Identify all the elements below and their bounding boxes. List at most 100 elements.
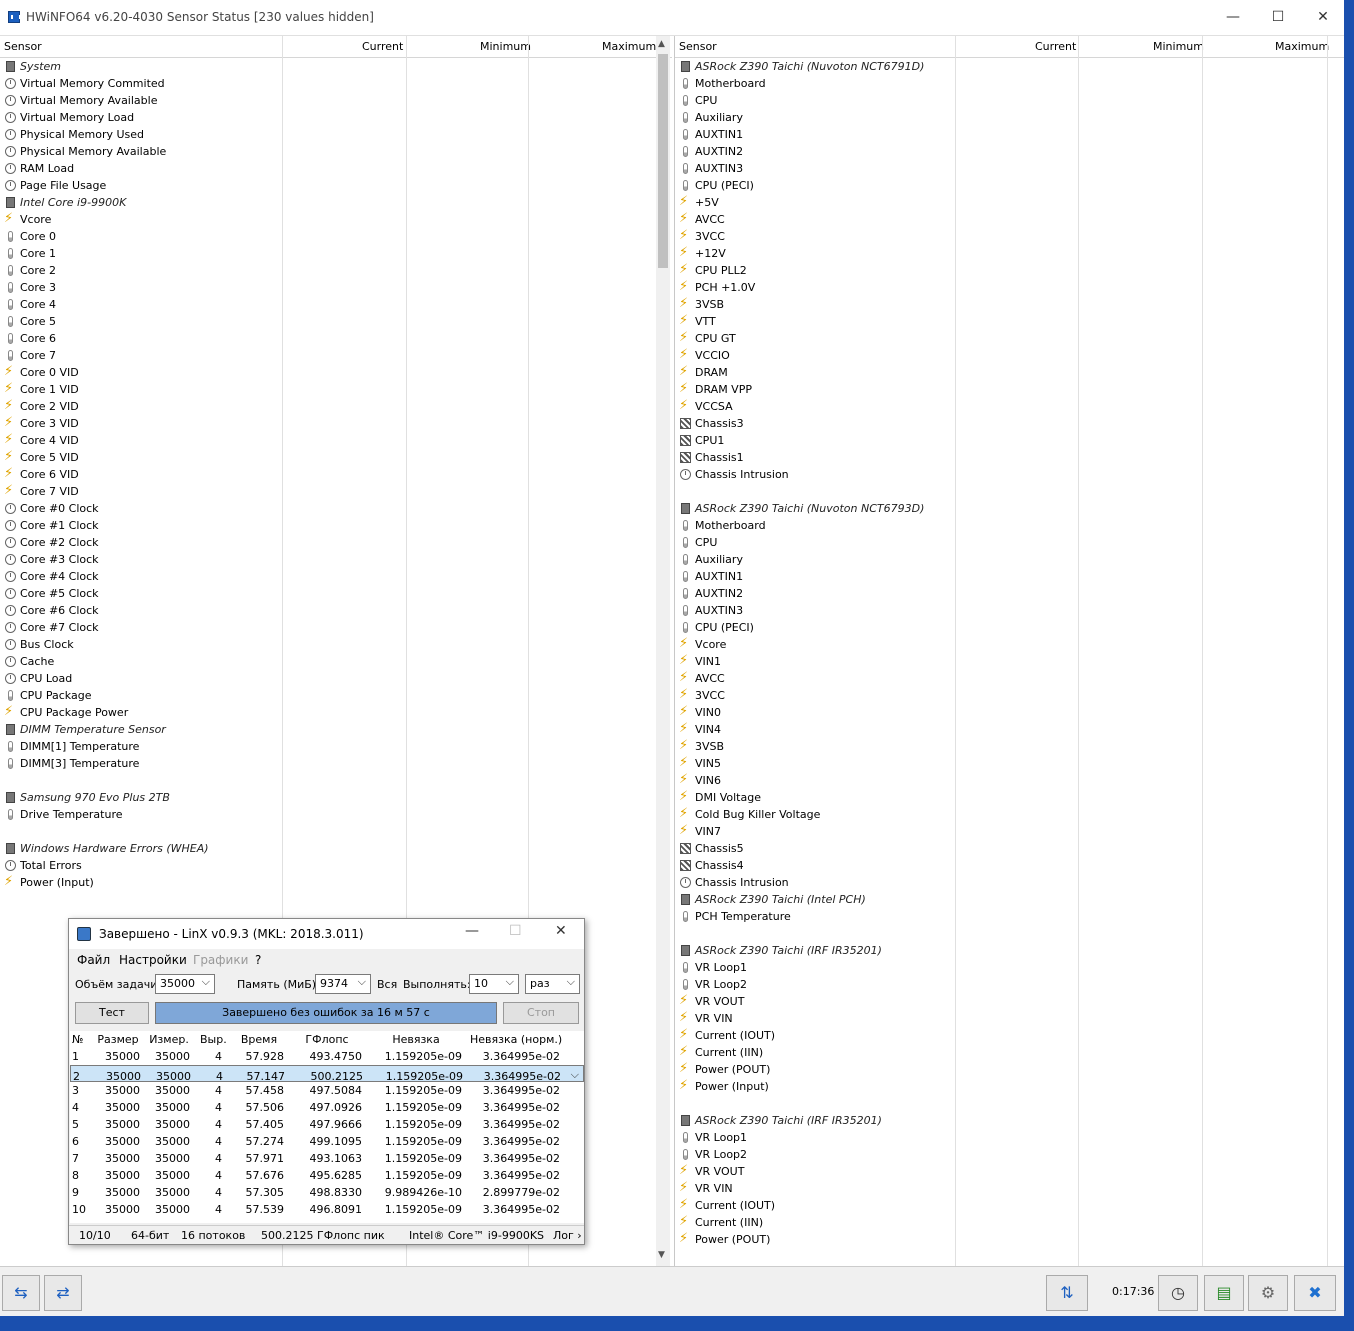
linx-minimize-button[interactable]: — xyxy=(465,923,479,939)
lightning-icon xyxy=(679,771,691,788)
cell: 4 xyxy=(215,1135,222,1148)
scrollbar[interactable]: ▲ ▼ xyxy=(656,36,670,1266)
sensor-name: Core 0 xyxy=(20,230,56,243)
col-current[interactable]: Current xyxy=(1035,40,1076,53)
cell: 35000 xyxy=(105,1152,140,1165)
table-row[interactable]: 5 35000 35000 4 57.405 497.9666 1.159205e-09 3.… xyxy=(70,1116,584,1133)
scroll-up-icon[interactable]: ▲ xyxy=(658,39,665,49)
col-minimum[interactable]: Minimum xyxy=(480,40,531,53)
settings-gear-icon[interactable]: ⚙ xyxy=(1248,1275,1288,1311)
cell: 35000 xyxy=(155,1135,190,1148)
cell: 493.4750 xyxy=(309,1050,363,1063)
clock-gauge-icon xyxy=(5,554,16,565)
memory-all-label[interactable]: Вся xyxy=(377,978,397,991)
cell: 4 xyxy=(215,1118,222,1131)
lightning-icon xyxy=(679,720,691,737)
cell: 497.5084 xyxy=(309,1084,363,1097)
table-row[interactable]: 1 35000 35000 4 57.928 493.4750 1.159205e-09 3.… xyxy=(70,1048,584,1065)
table-row[interactable]: 6 35000 35000 4 57.274 499.1095 1.159205e-09 3.… xyxy=(70,1133,584,1150)
table-row[interactable]: 3 35000 35000 4 57.458 497.5084 1.159205e-09 3.… xyxy=(70,1082,584,1099)
menu-help[interactable]: ? xyxy=(255,953,261,967)
sensor-name: Core 6 VID xyxy=(20,468,79,481)
sensor-name: Core 5 xyxy=(20,315,56,328)
test-button[interactable]: Тест xyxy=(75,1002,149,1024)
cell: 4 xyxy=(215,1101,222,1114)
cell: 57.274 xyxy=(245,1135,285,1148)
lightning-icon xyxy=(679,669,691,686)
table-row[interactable]: 8 35000 35000 4 57.676 495.6285 1.159205e-09 3.… xyxy=(70,1167,584,1184)
menu-file[interactable]: Файл xyxy=(77,953,110,967)
cell: 2.899779e-02 xyxy=(482,1186,560,1199)
col-sensor[interactable]: Sensor xyxy=(4,40,42,53)
lightning-icon xyxy=(4,482,16,499)
chip-icon xyxy=(6,724,15,735)
lightning-icon xyxy=(679,822,691,839)
sensor-name: Core 1 VID xyxy=(20,383,79,396)
thermometer-icon xyxy=(683,962,688,973)
sensor-name: 3VCC xyxy=(695,230,725,243)
sensor-name: 3VSB xyxy=(695,298,725,311)
collapse-arrows-icon[interactable]: ⇄ xyxy=(44,1275,82,1311)
col-maximum[interactable]: Maximum xyxy=(1275,40,1329,53)
sensor-name: Current (IOUT) xyxy=(695,1029,776,1042)
col-minimum[interactable]: Minimum xyxy=(1153,40,1204,53)
problem-size-select[interactable]: 35000 xyxy=(155,974,215,994)
cell: 3.364995e-02 xyxy=(482,1084,560,1097)
column-header: Sensor Current Minimum Maximum xyxy=(0,36,672,58)
clock-reset-icon[interactable]: ◷ xyxy=(1158,1275,1198,1311)
table-row[interactable]: 4 35000 35000 4 57.506 497.0926 1.159205e-09 3.… xyxy=(70,1099,584,1116)
menu-settings[interactable]: Настройки xyxy=(119,953,187,967)
lightning-icon xyxy=(679,1009,691,1026)
lightning-icon xyxy=(4,703,16,720)
scroll-down-icon[interactable]: ▼ xyxy=(658,1250,665,1260)
maximize-button[interactable]: ☐ xyxy=(1255,5,1301,29)
lightning-icon xyxy=(679,1162,691,1179)
sensor-name: Samsung 970 Evo Plus 2TB xyxy=(20,791,170,804)
network-icon[interactable]: ⇅ xyxy=(1046,1275,1088,1311)
cell: 497.9666 xyxy=(309,1118,363,1131)
table-row[interactable]: 7 35000 35000 4 57.971 493.1063 1.159205e-09 3.… xyxy=(70,1150,584,1167)
thermometer-icon xyxy=(683,571,688,582)
memory-select[interactable]: 9374 xyxy=(315,974,371,994)
thermometer-icon xyxy=(683,163,688,174)
close-button[interactable]: ✕ xyxy=(1300,5,1346,29)
thermometer-icon xyxy=(8,690,13,701)
col-current[interactable]: Current xyxy=(362,40,403,53)
table-row[interactable]: 9 35000 35000 4 57.305 498.8330 9.989426e-10 2.… xyxy=(70,1184,584,1201)
sensor-name: VCCIO xyxy=(695,349,730,362)
sensor-name: Physical Memory Available xyxy=(20,145,167,158)
expand-arrows-icon[interactable]: ⇆ xyxy=(2,1275,40,1311)
clock-gauge-icon xyxy=(5,95,16,106)
linx-close-button[interactable]: ✕ xyxy=(555,923,567,939)
col-sensor[interactable]: Sensor xyxy=(679,40,717,53)
sensor-name: DRAM xyxy=(695,366,728,379)
sensor-name: DIMM[3] Temperature xyxy=(20,757,140,770)
run-count-select[interactable]: 10 xyxy=(469,974,519,994)
lightning-icon xyxy=(679,754,691,771)
lightning-icon xyxy=(679,635,691,652)
sensor-name: Chassis3 xyxy=(695,417,744,430)
col-maximum[interactable]: Maximum xyxy=(602,40,656,53)
thermometer-icon xyxy=(8,265,13,276)
chip-icon xyxy=(681,894,690,905)
minimize-button[interactable]: — xyxy=(1210,5,1256,29)
lightning-icon xyxy=(679,193,691,210)
run-unit-select[interactable]: раз xyxy=(525,974,580,994)
logging-icon[interactable]: ▤ xyxy=(1204,1275,1244,1311)
sensor-name: Core #4 Clock xyxy=(20,570,99,583)
cell: 57.305 xyxy=(245,1186,285,1199)
lightning-icon xyxy=(4,363,16,380)
sensor-name: Core #5 Clock xyxy=(20,587,99,600)
table-row[interactable]: 10 35000 35000 4 57.539 496.8091 1.159205e-09 3… xyxy=(70,1201,584,1218)
clock-gauge-icon xyxy=(5,588,16,599)
scroll-thumb[interactable] xyxy=(658,54,668,268)
lightning-icon xyxy=(679,992,691,1009)
exit-x-icon[interactable]: ✖ xyxy=(1294,1275,1336,1311)
table-row[interactable]: 2 35000 35000 4 57.147 500.2125 1.159205e-09 3.… xyxy=(70,1065,584,1083)
sensor-name: Core #7 Clock xyxy=(20,621,99,634)
status-log[interactable]: Лог › xyxy=(553,1229,582,1242)
fan-icon xyxy=(680,860,691,871)
lightning-icon xyxy=(679,1213,691,1230)
cell: 9 xyxy=(72,1186,79,1199)
cell: 35000 xyxy=(105,1203,140,1216)
